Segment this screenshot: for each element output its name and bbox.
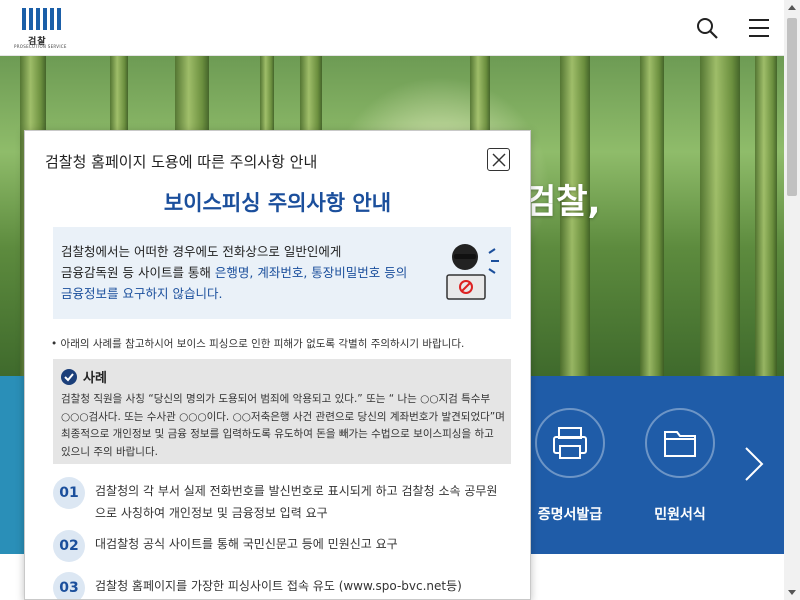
chevron-right-icon [745, 447, 764, 481]
next-slide-button[interactable] [736, 442, 770, 486]
arrow-up-icon [788, 5, 796, 10]
hacker-laptop-icon [446, 244, 499, 300]
close-icon [492, 153, 506, 167]
logo-mark-icon [22, 8, 61, 30]
hamburger-icon [749, 19, 769, 37]
page-scrollbar[interactable] [784, 0, 800, 600]
notice-popup: 검찰청 홈페이지 도용에 따른 주의사항 안내 보이스피싱 주의사항 안내 검찰… [24, 130, 531, 600]
site-header: 검찰 PROSECUTION SERVICE [0, 0, 784, 56]
step-text: 대검찰청 공식 사이트를 통해 국민신문고 등에 민원신고 요구 [95, 537, 398, 551]
scroll-down-button[interactable] [784, 584, 800, 600]
quick-item-forms[interactable]: 민원서식 [620, 408, 740, 524]
folder-icon [664, 431, 696, 457]
popup-close-button[interactable] [487, 148, 510, 171]
case-box: 사례 검찰청 직원을 사칭 “당신의 명의가 도용되어 범죄에 악용되고 있다.… [53, 359, 511, 464]
printer-icon [553, 427, 587, 459]
case-description: 검찰청 직원을 사칭 “당신의 명의가 도용되어 범죄에 악용되고 있다.” 또… [61, 393, 505, 458]
scroll-up-button[interactable] [784, 0, 800, 16]
step-number: 01 [53, 477, 85, 509]
logo-subtext: PROSECUTION SERVICE [14, 44, 67, 49]
step-text: 검찰청 홈페이지를 가장한 피싱사이트 접속 유도 (www.spo-bvc.n… [95, 579, 462, 593]
prosecution-logo[interactable]: 검찰 PROSECUTION SERVICE [14, 6, 67, 50]
quick-item-label: 민원서식 [654, 507, 706, 523]
guide-text: • 아래의 사례를 참고하시어 보이스 피싱으로 인한 피해가 없도록 각별히 … [51, 338, 465, 350]
popup-title: 검찰청 홈페이지 도용에 따른 주의사항 안내 [45, 153, 318, 171]
search-button[interactable] [695, 16, 721, 42]
notice-box: 검찰청에서는 어떠한 경우에도 전화상으로 일반인에게 금융감독원 등 사이트를… [53, 227, 511, 319]
notice-text: 검찰청에서는 어떠한 경우에도 전화상으로 일반인에게 금융감독원 등 사이트를… [61, 244, 408, 301]
menu-button[interactable] [746, 16, 772, 42]
check-circle-icon [61, 368, 77, 385]
popup-heading: 보이스피싱 주의사항 안내 [163, 191, 392, 215]
hero-slogan: 검찰, [525, 182, 601, 222]
case-header: 사례 [61, 367, 107, 386]
step-text: 검찰청의 각 부서 실제 전화번호를 발신번호로 표시되게 하고 검찰청 소속 … [95, 484, 498, 520]
scroll-thumb[interactable] [787, 18, 797, 196]
step-number: 03 [53, 572, 85, 599]
arrow-down-icon [788, 590, 796, 595]
step-number: 02 [53, 530, 85, 562]
search-icon [697, 18, 718, 39]
